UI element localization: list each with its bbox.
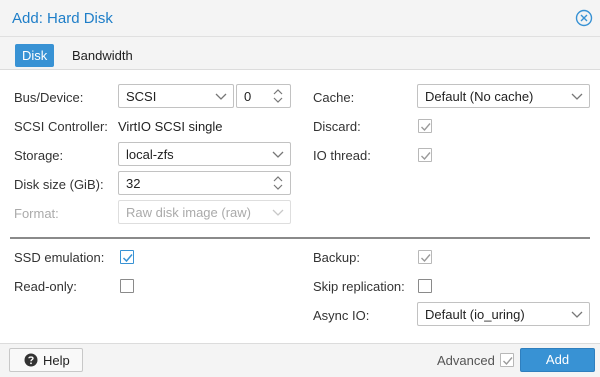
async-io-select-value: Default (io_uring) (425, 307, 525, 322)
device-number-value: 0 (244, 89, 252, 104)
read-only-label: Read-only: (14, 279, 77, 294)
tab-disk[interactable]: Disk (15, 44, 55, 67)
add-button[interactable]: Add (520, 348, 595, 372)
bus-device-label: Bus/Device: (14, 90, 84, 105)
ssd-emulation-label: SSD emulation: (14, 250, 105, 265)
backup-label: Backup: (313, 250, 360, 265)
device-number-spinner[interactable]: 0 (236, 84, 291, 108)
tab-bandwidth[interactable]: Bandwidth (65, 44, 140, 67)
chevron-down-icon[interactable] (569, 87, 585, 105)
cache-label: Cache: (313, 90, 355, 105)
discard-label: Discard: (313, 119, 361, 134)
dialog-footer: Help Advanced Add (0, 343, 600, 377)
scsi-controller-label: SCSI Controller: (14, 119, 108, 134)
spinner-updown-icon[interactable] (270, 87, 286, 105)
advanced-label: Advanced (437, 353, 495, 368)
advanced-checkbox[interactable] (500, 353, 514, 367)
format-select: Raw disk image (raw) (118, 200, 291, 224)
bus-select-value: SCSI (126, 89, 157, 104)
async-io-label: Async IO: (313, 308, 370, 323)
skip-replication-checkbox[interactable] (418, 279, 432, 293)
bus-select[interactable]: SCSI (118, 84, 234, 108)
io-thread-checkbox (418, 148, 432, 162)
scsi-controller-value: VirtIO SCSI single (118, 119, 223, 134)
format-label: Format: (14, 206, 59, 221)
io-thread-label: IO thread: (313, 148, 371, 163)
chevron-down-icon[interactable] (569, 305, 585, 323)
format-select-value: Raw disk image (raw) (126, 205, 251, 220)
cache-select-value: Default (No cache) (425, 89, 534, 104)
discard-checkbox (418, 119, 432, 133)
advanced-separator (10, 237, 590, 239)
storage-label: Storage: (14, 148, 64, 163)
storage-select-value: local-zfs (126, 147, 174, 162)
tab-bar: Disk Bandwidth (0, 37, 600, 70)
close-icon[interactable] (574, 8, 594, 28)
chevron-down-icon[interactable] (213, 87, 229, 105)
backup-checkbox (418, 250, 432, 264)
spinner-updown-icon[interactable] (270, 174, 286, 192)
disk-size-label: Disk size (GiB): (14, 177, 104, 192)
read-only-checkbox[interactable] (120, 279, 134, 293)
disk-size-value: 32 (126, 176, 141, 191)
help-button-label: Help (43, 353, 70, 368)
dialog-titlebar: Add: Hard Disk (0, 0, 600, 37)
chevron-down-icon[interactable] (270, 145, 286, 163)
async-io-select[interactable]: Default (io_uring) (417, 302, 590, 326)
question-circle-icon (24, 353, 38, 367)
disk-size-spinner[interactable]: 32 (118, 171, 291, 195)
skip-replication-label: Skip replication: (313, 279, 405, 294)
cache-select[interactable]: Default (No cache) (417, 84, 590, 108)
ssd-emulation-checkbox[interactable] (120, 250, 134, 264)
help-button[interactable]: Help (9, 348, 83, 372)
storage-select[interactable]: local-zfs (118, 142, 291, 166)
chevron-down-icon (270, 203, 286, 221)
dialog-title: Add: Hard Disk (12, 10, 113, 27)
